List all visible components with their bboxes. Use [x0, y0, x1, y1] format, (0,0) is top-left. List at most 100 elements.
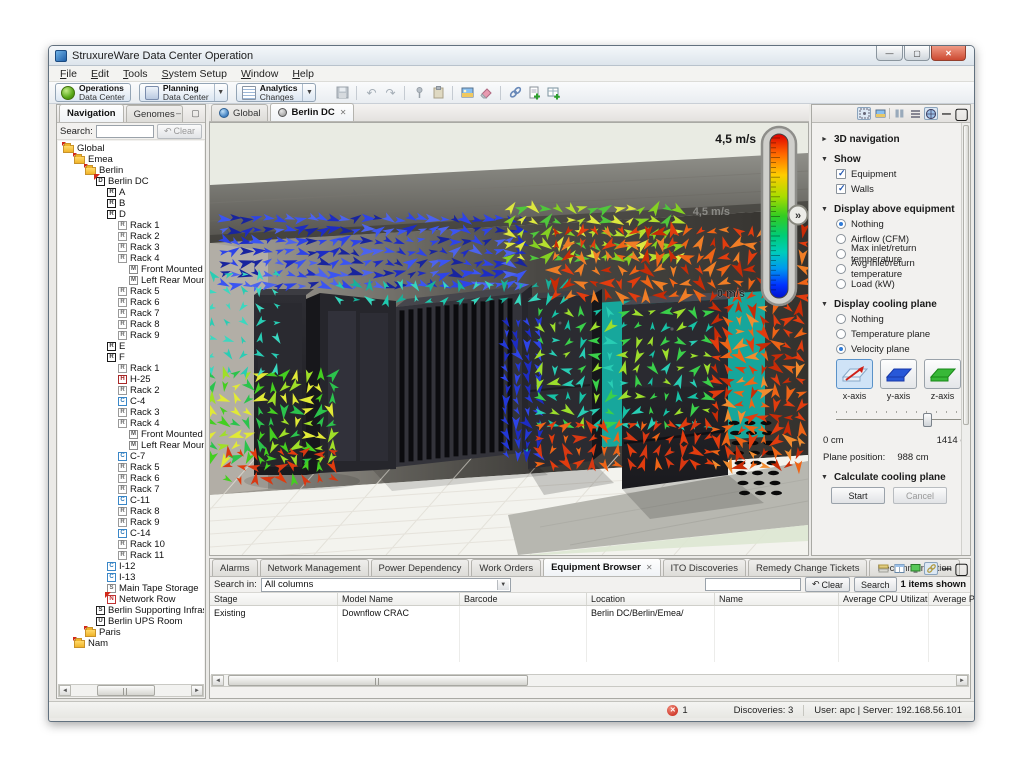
table-row[interactable]: [210, 634, 970, 648]
tree-item-global[interactable]: Global: [58, 143, 204, 154]
tree-item-rack-4[interactable]: RRack 4: [58, 253, 204, 264]
scroll-left-arrow[interactable]: ◄: [212, 675, 224, 686]
tree-item-main-tape-storage[interactable]: SMain Tape Storage: [58, 583, 204, 594]
tree-item-emea[interactable]: Emea: [58, 154, 204, 165]
editor-tab-berlin-dc[interactable]: Berlin DC✕: [270, 103, 354, 121]
tree-item-berlin-dc[interactable]: DBerlin DC: [58, 176, 204, 187]
scroll-left-arrow[interactable]: ◄: [59, 685, 71, 696]
select-mode-icon[interactable]: [857, 107, 871, 120]
screenshot-icon[interactable]: [873, 107, 887, 120]
tree-item-c-14[interactable]: CC-14: [58, 528, 204, 539]
tree-item-rack-5[interactable]: RRack 5: [58, 286, 204, 297]
mode-operations-button[interactable]: OperationsData Center: [56, 84, 130, 101]
column-header-stage[interactable]: Stage: [210, 593, 338, 605]
maximize-window-button[interactable]: ▢: [904, 46, 930, 61]
mode-planning-button[interactable]: PlanningData Center: [140, 84, 214, 101]
link-with-editor-icon[interactable]: [924, 562, 938, 575]
maximize-panel-icon[interactable]: ▢: [189, 107, 202, 119]
redo-icon[interactable]: ↷: [382, 85, 398, 101]
pin-icon[interactable]: [411, 85, 427, 101]
tree-item-rack-11[interactable]: RRack 11: [58, 550, 204, 561]
column-header-average-cpu-utilization[interactable]: Average CPU Utilization ...: [839, 593, 929, 605]
tree-item-c-11[interactable]: CC-11: [58, 495, 204, 506]
column-header-location[interactable]: Location: [587, 593, 715, 605]
search-input[interactable]: [96, 125, 154, 138]
column-header-name[interactable]: Name: [715, 593, 839, 605]
tree-item-rack-8[interactable]: RRack 8: [58, 319, 204, 330]
menu-tools[interactable]: Tools: [116, 68, 155, 80]
nav-tab-navigation[interactable]: Navigation: [59, 104, 124, 122]
tree-item-berlin-ups-room[interactable]: UBerlin UPS Room: [58, 616, 204, 627]
tree-item-berlin-supporting-infrastru[interactable]: SBerlin Supporting Infrastru: [58, 605, 204, 616]
show-equipment[interactable]: Equipment: [836, 168, 961, 180]
section-cooling-plane[interactable]: ▼ Display cooling plane: [821, 299, 961, 310]
mode-planning-dropdown-icon[interactable]: ▼: [214, 84, 227, 101]
menu-help[interactable]: Help: [285, 68, 321, 80]
radio-velocity-plane[interactable]: [836, 344, 846, 354]
tree-item-network-row[interactable]: NNetwork Row: [58, 594, 204, 605]
start-button[interactable]: Start: [831, 487, 885, 504]
panel-tab-equipment-browser[interactable]: Equipment Browser✕: [543, 558, 660, 576]
editor-tab-global[interactable]: Global: [211, 104, 268, 121]
tree-item-rack-3[interactable]: RRack 3: [58, 407, 204, 418]
column-header-barcode[interactable]: Barcode: [460, 593, 587, 605]
panel-tab-work-orders[interactable]: Work Orders: [471, 559, 541, 576]
eraser-icon[interactable]: [478, 85, 494, 101]
tree-item-rack-3[interactable]: RRack 3: [58, 242, 204, 253]
tree-item-i-13[interactable]: CI-13: [58, 572, 204, 583]
tree-item-nam[interactable]: Nam: [58, 638, 204, 649]
minimize-panel-icon[interactable]: –: [940, 563, 953, 575]
collapse-rows-icon[interactable]: [876, 562, 890, 575]
column-header-model-name[interactable]: Model Name: [338, 593, 460, 605]
panel-tab-power-dependency[interactable]: Power Dependency: [371, 559, 470, 576]
tree-item-rack-4[interactable]: RRack 4: [58, 418, 204, 429]
table-view-icon[interactable]: [892, 562, 906, 575]
monitor-icon[interactable]: [908, 562, 922, 575]
panel-tab-ito-discoveries[interactable]: ITO Discoveries: [663, 559, 746, 576]
section-3d-navigation[interactable]: ► 3D navigation: [821, 134, 961, 145]
clear-search-button[interactable]: ↶ Clear: [157, 124, 202, 139]
3d-viewport[interactable]: 4,5 m/s 0 m/s » 4,5 m/s: [209, 122, 809, 556]
tree-item-rack-7[interactable]: RRack 7: [58, 308, 204, 319]
mode-analytics-dropdown-icon[interactable]: ▼: [302, 84, 315, 101]
y-axis-button[interactable]: [880, 359, 917, 389]
clipboard-icon[interactable]: [430, 85, 446, 101]
tree-item-e[interactable]: RE: [58, 341, 204, 352]
mode-analytics-button[interactable]: AnalyticsChanges: [237, 84, 303, 101]
tree-item-rack-6[interactable]: RRack 6: [58, 297, 204, 308]
radio-temperature-plane[interactable]: [836, 329, 846, 339]
tree-item-berlin[interactable]: Berlin: [58, 165, 204, 176]
close-window-button[interactable]: ✕: [931, 46, 966, 61]
split-view-icon[interactable]: [892, 107, 906, 120]
radio-nothing[interactable]: [836, 314, 846, 324]
add-document-icon[interactable]: [526, 85, 542, 101]
add-table-icon[interactable]: [545, 85, 561, 101]
above-avg-inlet-return-temperature[interactable]: Avg inlet/return temperature: [836, 263, 961, 275]
tree-item-rack-1[interactable]: RRack 1: [58, 363, 204, 374]
3d-view-icon[interactable]: [924, 107, 938, 120]
show-walls[interactable]: Walls: [836, 183, 961, 195]
list-view-icon[interactable]: [908, 107, 922, 120]
mode-operations[interactable]: OperationsData Center: [55, 83, 131, 102]
minimize-panel-icon[interactable]: –: [940, 108, 953, 120]
menu-window[interactable]: Window: [234, 68, 285, 80]
title-bar[interactable]: StruxureWare Data Center Operation — ▢ ✕: [49, 46, 974, 66]
panel-tab-network-management[interactable]: Network Management: [260, 559, 369, 576]
legend-expand-icon[interactable]: »: [795, 210, 801, 222]
section-calculate[interactable]: ▼ Calculate cooling plane: [821, 472, 961, 483]
plane-nothing[interactable]: Nothing: [836, 313, 961, 325]
close-tab-icon[interactable]: ✕: [646, 563, 653, 572]
tree-item-rack-6[interactable]: RRack 6: [58, 473, 204, 484]
table-row[interactable]: [210, 620, 970, 634]
tree-item-h-25[interactable]: HH-25: [58, 374, 204, 385]
x-axis-button[interactable]: [836, 359, 873, 389]
above-nothing[interactable]: Nothing: [836, 218, 961, 230]
radio-load-kw[interactable]: [836, 279, 846, 289]
tree-item-rack-2[interactable]: RRack 2: [58, 231, 204, 242]
tree-item-rack-5[interactable]: RRack 5: [58, 462, 204, 473]
minimize-window-button[interactable]: —: [876, 46, 903, 61]
close-tab-icon[interactable]: ✕: [340, 108, 347, 117]
menu-system-setup[interactable]: System Setup: [155, 68, 234, 80]
tree-item-d[interactable]: RD: [58, 209, 204, 220]
tree-item-rack-2[interactable]: RRack 2: [58, 385, 204, 396]
